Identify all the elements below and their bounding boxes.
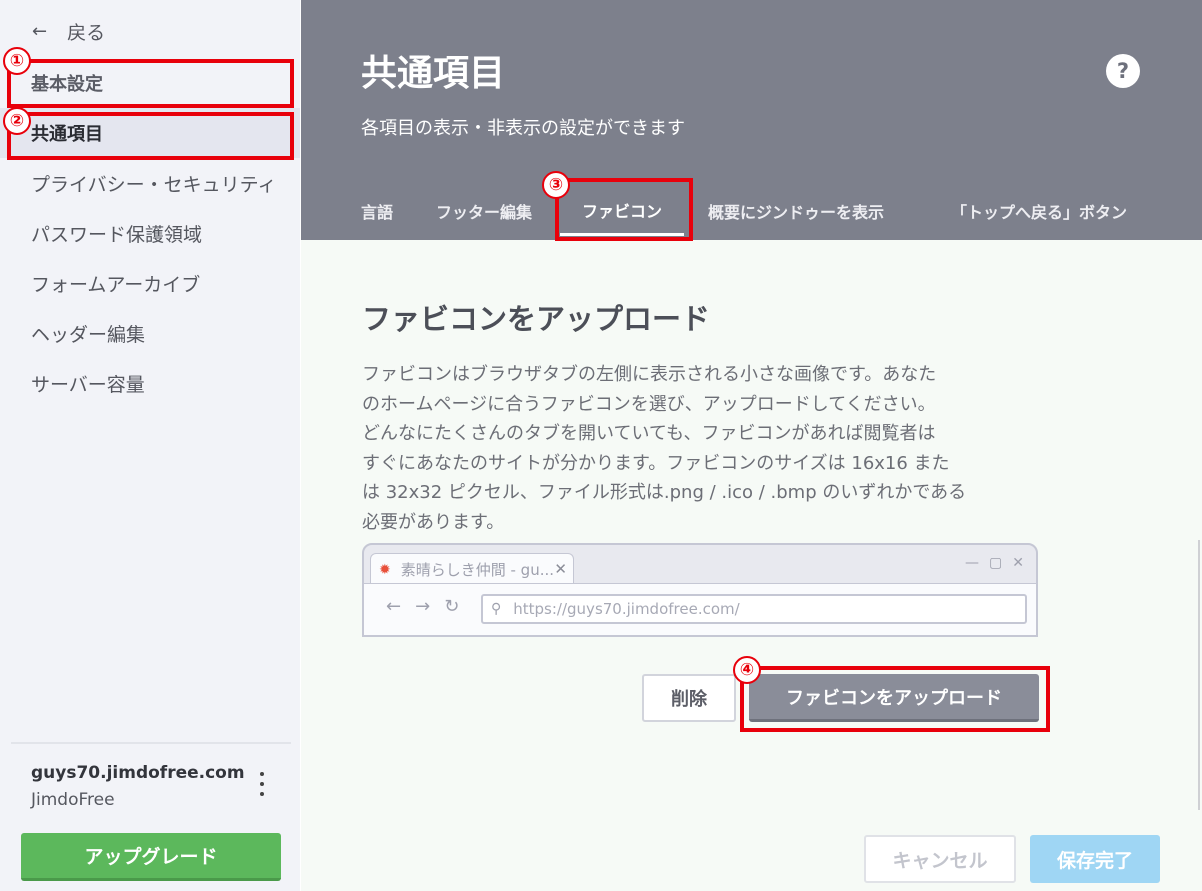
sidebar-item-password-area[interactable]: パスワード保護領域 [0, 208, 300, 258]
annotation-box-2 [7, 112, 294, 160]
annotation-number-4: ④ [733, 656, 761, 684]
favicon-description: ファビコンはブラウザタブの左側に表示される小さな画像です。あなた のホームページ… [362, 360, 1012, 537]
sidebar-divider [11, 742, 291, 744]
reload-icon: ↻ [444, 596, 460, 617]
annotation-number-1: ① [3, 47, 31, 75]
window-controls: — ▢ ✕ [965, 555, 1024, 571]
favicon-star-icon: ✹ [379, 561, 391, 578]
forward-icon: → [415, 596, 431, 617]
annotation-number-2: ② [3, 107, 31, 135]
tab-jimdo-overview[interactable]: 概要にジンドゥーを表示 [708, 186, 884, 236]
description-line: どんなにたくさんのタブを開いていても、ファビコンがあれば閲覧者は [362, 423, 936, 444]
description-line: のホームページに合うファビコンを選び、アップロードしてください。 [362, 393, 936, 415]
annotation-box-4 [740, 666, 1050, 732]
sidebar-item-form-archive[interactable]: フォームアーカイブ [0, 258, 300, 308]
search-icon: ⚲ [491, 601, 502, 617]
description-line: は 32x32 ピクセル、ファイル形式は.png / .ico / .bmp の… [362, 482, 967, 503]
page-subtitle: 各項目の表示・非表示の設定ができます [361, 118, 685, 139]
back-link[interactable]: ← 戻る [32, 18, 105, 45]
browser-tab-preview: ✹ 素晴らしき仲間 - gu... ✕ [370, 553, 574, 585]
sidebar-nav: 基本設定 共通項目 プライバシー・セキュリティ パスワード保護領域 フォームアー… [0, 58, 300, 408]
browser-nav-icons: ← → ↻ [386, 596, 459, 617]
annotation-number-3: ③ [542, 171, 570, 199]
url-text: https://guys70.jimdofree.com/ [513, 600, 740, 618]
sidebar-item-header-edit[interactable]: ヘッダー編集 [0, 308, 300, 358]
save-button[interactable]: 保存完了 [1030, 835, 1160, 883]
scrollbar-edge [1198, 540, 1200, 810]
back-arrow-icon: ← [32, 21, 48, 42]
back-label: 戻る [67, 22, 106, 44]
upgrade-button[interactable]: アップグレード [21, 833, 281, 881]
section-title: ファビコンをアップロード [362, 302, 711, 336]
site-plan: JimdoFree [31, 790, 115, 810]
annotation-box-1 [7, 59, 294, 108]
description-line: ファビコンはブラウザタブの左側に表示される小さな画像です。あなた [362, 364, 937, 385]
maximize-icon: ▢ [989, 555, 1003, 571]
more-options-icon[interactable] [252, 772, 272, 796]
browser-toolbar: ← → ↻ ⚲ https://guys70.jimdofree.com/ [364, 583, 1036, 635]
main-content: ファビコンをアップロード ファビコンはブラウザタブの左側に表示される小さな画像で… [301, 240, 1202, 891]
url-bar-preview: ⚲ https://guys70.jimdofree.com/ [481, 594, 1027, 624]
tab-close-icon: ✕ [554, 560, 567, 578]
delete-button[interactable]: 削除 [642, 674, 736, 722]
sidebar-item-server-capacity[interactable]: サーバー容量 [0, 358, 300, 408]
description-line: すぐにあなたのサイトが分かります。ファビコンのサイズは 16x16 また [362, 452, 950, 474]
cancel-button[interactable]: キャンセル [864, 835, 1016, 883]
minimize-icon: — [965, 555, 980, 571]
site-name: guys70.jimdofree.com [31, 763, 245, 783]
page-title: 共通項目 [361, 53, 506, 94]
close-icon: ✕ [1012, 555, 1024, 571]
tab-footer-edit[interactable]: フッター編集 [436, 186, 532, 236]
description-line: 必要があります。 [362, 511, 505, 533]
annotation-box-3 [555, 178, 693, 241]
back-icon: ← [386, 596, 402, 617]
help-icon[interactable]: ? [1106, 54, 1140, 88]
page-header: 共通項目 各項目の表示・非表示の設定ができます ? 言語 フッター編集 ファビコ… [301, 0, 1202, 240]
tab-language[interactable]: 言語 [361, 186, 393, 236]
browser-tab-title: 素晴らしき仲間 - gu... [400, 561, 555, 579]
tab-back-to-top[interactable]: 「トップへ戻る」ボタン [951, 186, 1127, 236]
sidebar-item-privacy-security[interactable]: プライバシー・セキュリティ [0, 158, 300, 208]
browser-preview: ✹ 素晴らしき仲間 - gu... ✕ — ▢ ✕ ← → ↻ ⚲ https:… [362, 543, 1038, 637]
